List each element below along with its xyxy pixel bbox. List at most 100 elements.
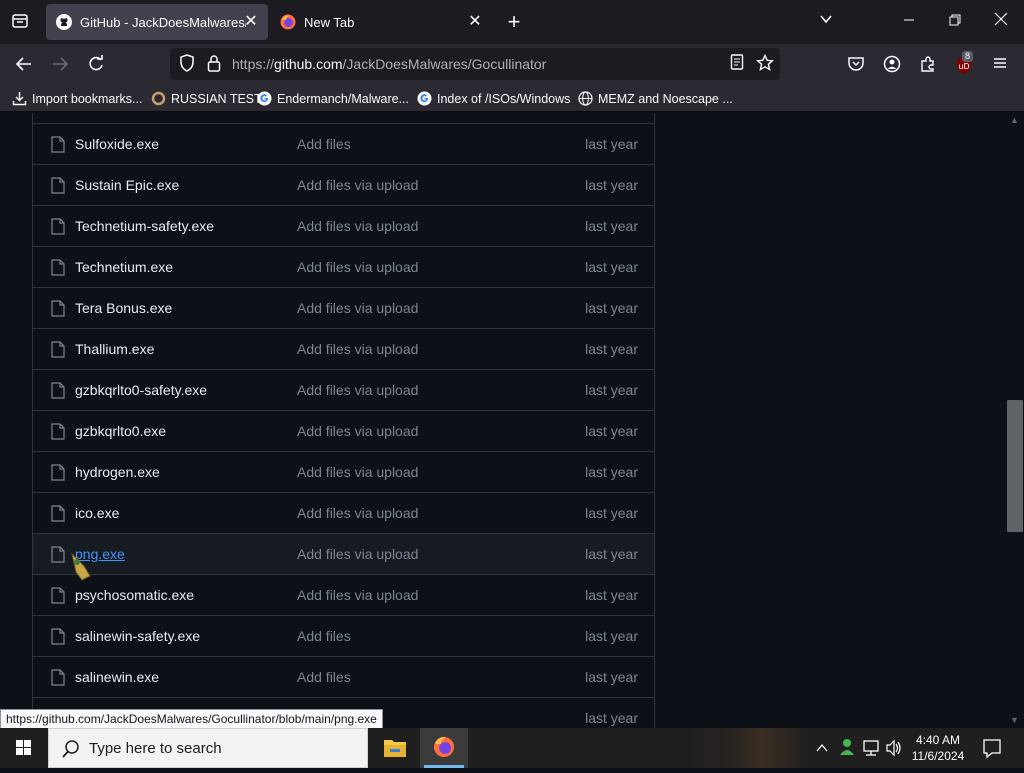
network-icon[interactable] (861, 728, 881, 768)
bookmark-memz[interactable]: MEMZ and Noescape ... (578, 91, 733, 106)
minimize-icon[interactable] (898, 12, 920, 32)
commit-message-link[interactable]: Add files via upload (297, 505, 418, 521)
page-scrollbar[interactable]: ▲ ▼ (1006, 113, 1024, 728)
close-window-icon[interactable] (990, 12, 1012, 32)
close-tab-icon[interactable]: ✕ (242, 13, 260, 31)
reader-view-icon[interactable] (726, 54, 748, 74)
commit-age: last year (585, 136, 638, 152)
scroll-up-arrow-icon[interactable]: ▲ (1010, 115, 1019, 125)
bookmark-label: MEMZ and Noescape ... (598, 91, 733, 106)
lock-icon[interactable] (203, 54, 225, 74)
bookmark-label: Import bookmarks... (32, 91, 143, 106)
commit-message-link[interactable]: Add files via upload (297, 546, 418, 562)
account-icon[interactable] (881, 55, 903, 75)
table-row[interactable]: Technetium.exe Add files via upload last y… (33, 246, 654, 287)
chevron-up-icon[interactable] (814, 728, 830, 768)
commit-message-link[interactable]: Add files (297, 136, 351, 152)
status-link-preview: https://github.com/JackDoesMalwares/Gocu… (0, 709, 383, 729)
restore-icon[interactable] (944, 12, 966, 32)
bookmark-index-isos[interactable]: Index of /ISOs/Windows (417, 91, 570, 106)
commit-age: last year (585, 505, 638, 521)
table-row[interactable]: Technetium-safety.exe Add files via uploa… (33, 205, 654, 246)
file-name-link[interactable]: salinewin-safety.exe (75, 628, 200, 644)
table-row[interactable]: png.exe Add files via upload last year (33, 533, 654, 574)
bookmark-import[interactable]: Import bookmarks... (12, 91, 142, 106)
file-icon (51, 341, 65, 358)
table-row[interactable]: gzbkqrlto0.exe Add files via upload last y… (33, 410, 654, 451)
table-row[interactable]: psychosomatic.exe Add files via upload las… (33, 574, 654, 615)
svg-text:uD: uD (958, 62, 969, 71)
chevron-down-icon[interactable] (815, 12, 837, 32)
extensions-icon[interactable] (917, 55, 939, 75)
shield-icon[interactable] (176, 54, 198, 74)
commit-message-link[interactable]: Add files via upload (297, 587, 418, 603)
table-row[interactable]: Thallium.exe Add files via upload last yea… (33, 328, 654, 369)
file-name-link[interactable]: Technetium-safety.exe (75, 218, 214, 234)
back-icon[interactable] (13, 55, 35, 75)
firefox-taskbar-button[interactable] (420, 728, 468, 768)
commit-message-link[interactable]: Add files via upload (297, 423, 418, 439)
bookmark-russian-test[interactable]: RUSSIAN TEST (151, 91, 262, 106)
file-name-link[interactable]: Technetium.exe (75, 259, 173, 275)
commit-message-link[interactable]: Add files via upload (297, 341, 418, 357)
file-icon (51, 546, 65, 563)
file-name-link[interactable]: psychosomatic.exe (75, 587, 194, 603)
file-name-link[interactable]: salinewin.exe (75, 669, 159, 685)
table-row[interactable]: Tera Bonus.exe Add files via upload last y… (33, 287, 654, 328)
tab-list-icon[interactable] (9, 12, 31, 32)
table-row[interactable]: salinewin-safety.exe Add files last year (33, 615, 654, 656)
table-row[interactable]: Sulfoxide.exe Add files last year (33, 123, 654, 164)
file-name-link[interactable]: Tera Bonus.exe (75, 300, 172, 316)
file-name-link[interactable]: gzbkqrlto0.exe (75, 423, 166, 439)
commit-message-link[interactable]: Add files (297, 628, 351, 644)
tab-new-tab[interactable]: New Tab ✕ (270, 4, 492, 40)
bookmarks-toolbar: Import bookmarks... RUSSIAN TEST Enderma… (0, 86, 1024, 112)
commit-message-link[interactable]: Add files via upload (297, 464, 418, 480)
table-row[interactable]: gzbkqrlto0-safety.exe Add files via uploa… (33, 369, 654, 410)
mouse-cursor-icon (68, 552, 94, 582)
globe-icon (578, 91, 593, 106)
file-name-link[interactable]: gzbkqrlto0-safety.exe (75, 382, 207, 398)
file-explorer-taskbar-button[interactable] (371, 728, 419, 768)
table-row[interactable]: Sustain Epic.exe Add files via upload last… (33, 164, 654, 205)
commit-message-link[interactable]: Add files (297, 669, 351, 685)
file-name-link[interactable]: hydrogen.exe (75, 464, 160, 480)
reload-icon[interactable] (85, 55, 107, 75)
google-icon (417, 91, 432, 106)
commit-age: last year (585, 259, 638, 275)
import-icon (12, 91, 27, 106)
file-name-link[interactable]: Sulfoxide.exe (75, 136, 159, 152)
menu-icon[interactable] (989, 55, 1011, 75)
user-status-icon[interactable] (837, 728, 857, 768)
close-tab-icon[interactable]: ✕ (466, 13, 484, 31)
table-row[interactable]: salinewin.exe Add files last year (33, 656, 654, 697)
forward-icon[interactable] (49, 55, 71, 75)
table-row[interactable]: ico.exe Add files via upload last year (33, 492, 654, 533)
commit-age: last year (585, 628, 638, 644)
pocket-icon[interactable] (845, 55, 867, 75)
commit-message-link[interactable]: Add files via upload (297, 382, 418, 398)
file-name-link[interactable]: Thallium.exe (75, 341, 154, 357)
notifications-icon[interactable] (981, 728, 1003, 768)
commit-message-link[interactable]: Add files via upload (297, 177, 418, 193)
file-name-link[interactable]: Sustain Epic.exe (75, 177, 179, 193)
bookmark-endermanch[interactable]: Endermanch/Malware... (257, 91, 409, 106)
url-bar[interactable]: https://github.com/JackDoesMalwares/Gocu… (170, 48, 780, 80)
extension-badge: 8 (962, 51, 974, 62)
commit-message-link[interactable]: Add files via upload (297, 300, 418, 316)
file-icon (51, 423, 65, 440)
bookmark-star-icon[interactable] (754, 53, 776, 74)
volume-icon[interactable] (884, 728, 904, 768)
scroll-down-arrow-icon[interactable]: ▼ (1010, 715, 1019, 725)
start-button[interactable] (0, 728, 48, 768)
url-text[interactable]: https://github.com/JackDoesMalwares/Gocu… (232, 56, 546, 72)
new-tab-icon[interactable]: + (503, 11, 525, 33)
commit-message-link[interactable]: Add files via upload (297, 259, 418, 275)
tab-github[interactable]: GitHub - JackDoesMalwares/Gocullinator ✕ (46, 4, 268, 40)
taskbar-clock[interactable]: 4:40 AM 11/6/2024 (905, 732, 971, 764)
table-row[interactable]: hydrogen.exe Add files via upload last yea… (33, 451, 654, 492)
file-name-link[interactable]: ico.exe (75, 505, 119, 521)
commit-message-link[interactable]: Add files via upload (297, 218, 418, 234)
scrollbar-thumb[interactable] (1007, 400, 1023, 532)
taskbar-search-box[interactable]: Type here to search (48, 728, 368, 768)
